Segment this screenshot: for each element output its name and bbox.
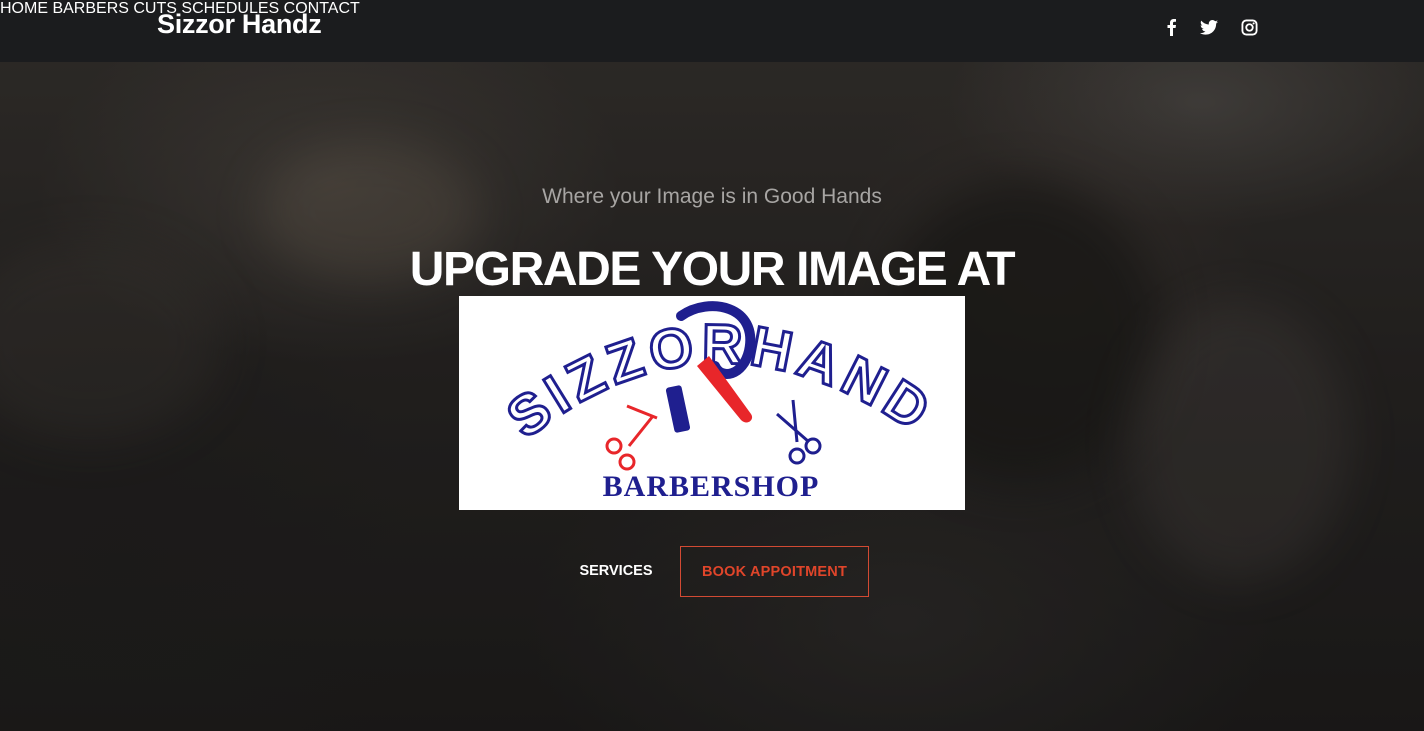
site-header: Sizzor Handz HOME BARBERS CUTS SCHEDULES… (0, 0, 1424, 62)
logo-bottom-text: BARBERSHOP (603, 470, 820, 503)
hero-tagline: Where your Image is in Good Hands (542, 185, 882, 208)
facebook-icon[interactable] (1161, 17, 1181, 37)
hero-background-blur (1130, 302, 1350, 582)
instagram-icon[interactable] (1239, 17, 1259, 37)
site-brand[interactable]: Sizzor Handz (157, 9, 322, 40)
nav-home[interactable]: HOME (0, 0, 48, 17)
logo-graphic: SIZZORHANDZ BARBERSHOP (437, 244, 946, 504)
hero-section: Where your Image is in Good Hands UPGRAD… (0, 62, 1424, 731)
twitter-icon[interactable] (1199, 17, 1219, 37)
scissors-left-icon (605, 404, 658, 471)
scissors-right-icon (776, 399, 822, 465)
nav-barbers[interactable]: BARBERS (52, 0, 128, 17)
logo-top-text: SIZZORHANDZ (459, 296, 946, 450)
hero-headline: UPGRADE YOUR IMAGE AT (409, 243, 1016, 296)
barbershop-logo: SIZZORHANDZ BARBERSHOP (437, 244, 965, 510)
book-appointment-button[interactable]: BOOK APPOITMENT (680, 546, 869, 597)
services-button[interactable]: SERVICES (564, 546, 668, 596)
